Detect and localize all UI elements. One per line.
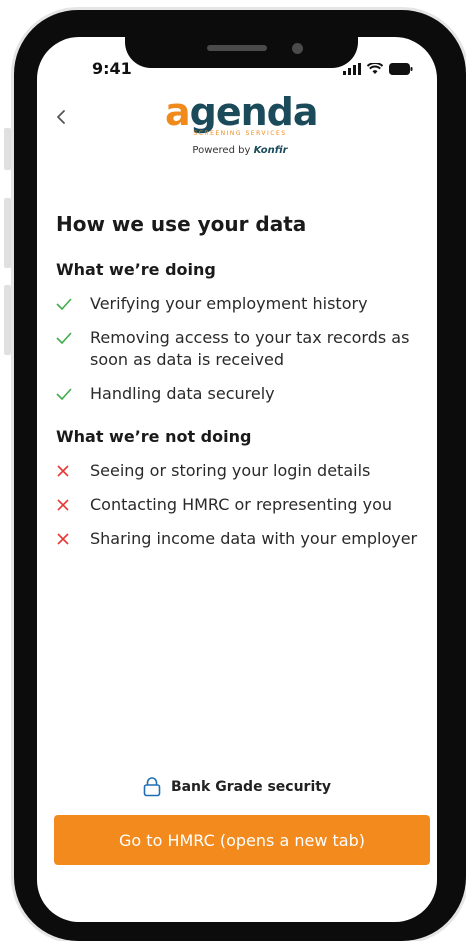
go-to-hmrc-button[interactable]: Go to HMRC (opens a new tab) (54, 815, 430, 865)
not-doing-list: Seeing or storing your login details Con… (56, 460, 421, 550)
cross-icon (57, 499, 69, 511)
check-icon (56, 388, 72, 400)
wifi-icon (367, 63, 383, 74)
chevron-left-icon (57, 110, 65, 124)
doing-list: Verifying your employment history Removi… (56, 293, 421, 405)
signal-icon (343, 63, 361, 75)
list-item: Removing access to your tax records as s… (56, 327, 421, 371)
logo-letter-a: a (165, 90, 191, 134)
list-item: Handling data securely (56, 383, 421, 405)
list-item-text: Handling data securely (90, 384, 275, 403)
list-item-text: Sharing income data with your employer (90, 529, 418, 548)
list-item-text: Contacting HMRC or representing you (90, 495, 393, 514)
list-item: Verifying your employment history (56, 293, 421, 315)
cross-icon (57, 465, 69, 477)
security-badge: Bank Grade security (37, 777, 437, 797)
cross-icon (57, 533, 69, 545)
logo-wordmark: agenda (165, 90, 319, 134)
battery-icon (389, 63, 413, 75)
logo-word-rest: genda (189, 90, 319, 134)
page-title: How we use your data (56, 212, 307, 236)
list-item: Contacting HMRC or representing you (56, 494, 421, 516)
list-item: Sharing income data with your employer (56, 528, 421, 550)
not-doing-heading: What we’re not doing (56, 427, 252, 446)
powered-by-label: Powered by (192, 145, 251, 156)
list-item-text: Removing access to your tax records as s… (90, 328, 410, 369)
powered-by: Powered by Konfir (165, 145, 315, 156)
side-button-silent (4, 128, 11, 170)
list-item: Seeing or storing your login details (56, 460, 421, 482)
check-icon (56, 332, 72, 344)
doing-heading: What we’re doing (56, 260, 216, 279)
status-time: 9:41 (92, 59, 132, 78)
notch-speaker (207, 45, 267, 51)
list-item-text: Verifying your employment history (90, 294, 368, 313)
app-screen: 9:41 agenda SCREENING SERVICES Powered b… (37, 37, 437, 922)
notch-camera (292, 43, 303, 54)
main-content: How we use your data What we’re doing Ve… (56, 212, 421, 572)
security-label: Bank Grade security (170, 779, 332, 795)
agenda-logo: agenda SCREENING SERVICES Powered by Kon… (165, 90, 319, 156)
side-button-volume-up (4, 198, 11, 268)
lock-icon (143, 777, 161, 797)
phone-notch (125, 10, 358, 68)
back-button[interactable] (49, 105, 73, 129)
powered-by-brand: Konfir (253, 145, 288, 156)
side-button-volume-down (4, 285, 11, 355)
status-icons (343, 63, 413, 75)
check-icon (56, 298, 72, 310)
list-item-text: Seeing or storing your login details (90, 461, 371, 480)
